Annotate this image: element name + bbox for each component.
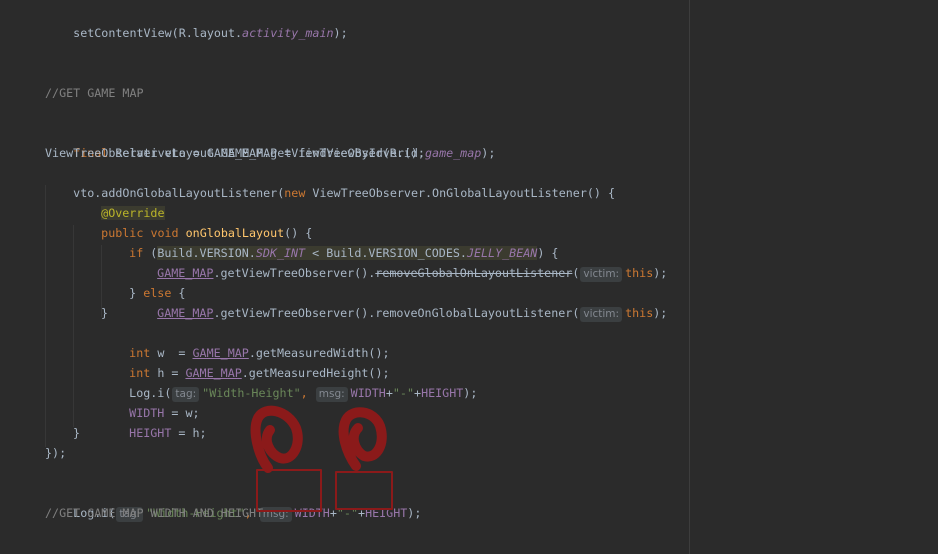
code-editor[interactable]: setContentView(R.layout.activity_main); … xyxy=(0,0,938,554)
highlight-box-height xyxy=(335,471,393,510)
hand-drawn-circle xyxy=(250,405,303,473)
highlight-box-width xyxy=(256,469,322,512)
hand-drawn-circle xyxy=(338,407,387,471)
hand-drawn-annotations xyxy=(250,405,393,512)
